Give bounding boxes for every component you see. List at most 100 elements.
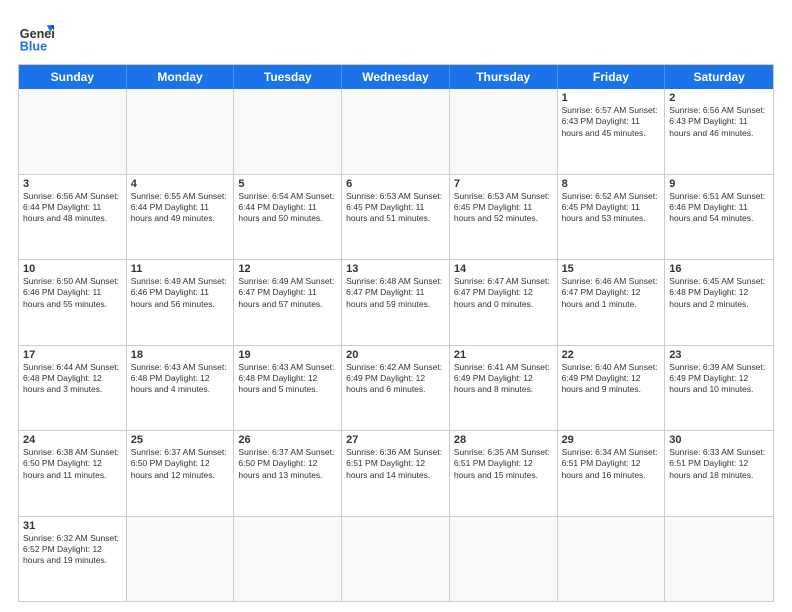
calendar-cell: 22Sunrise: 6:40 AM Sunset: 6:49 PM Dayli… <box>558 346 666 431</box>
day-number: 2 <box>669 92 769 104</box>
svg-text:Blue: Blue <box>20 39 47 53</box>
weekday-header-saturday: Saturday <box>665 65 773 89</box>
day-info: Sunrise: 6:49 AM Sunset: 6:47 PM Dayligh… <box>238 276 337 310</box>
day-number: 10 <box>23 263 122 275</box>
calendar-cell: 30Sunrise: 6:33 AM Sunset: 6:51 PM Dayli… <box>665 431 773 516</box>
day-info: Sunrise: 6:50 AM Sunset: 6:46 PM Dayligh… <box>23 276 122 310</box>
calendar-body: 1Sunrise: 6:57 AM Sunset: 6:43 PM Daylig… <box>19 89 773 601</box>
day-number: 30 <box>669 434 769 446</box>
calendar-cell: 17Sunrise: 6:44 AM Sunset: 6:48 PM Dayli… <box>19 346 127 431</box>
day-info: Sunrise: 6:40 AM Sunset: 6:49 PM Dayligh… <box>562 362 661 396</box>
header: General Blue <box>18 18 774 54</box>
day-info: Sunrise: 6:54 AM Sunset: 6:44 PM Dayligh… <box>238 191 337 225</box>
day-number: 27 <box>346 434 445 446</box>
day-info: Sunrise: 6:43 AM Sunset: 6:48 PM Dayligh… <box>131 362 230 396</box>
day-info: Sunrise: 6:33 AM Sunset: 6:51 PM Dayligh… <box>669 447 769 481</box>
calendar-cell: 31Sunrise: 6:32 AM Sunset: 6:52 PM Dayli… <box>19 517 127 602</box>
calendar-row-3: 17Sunrise: 6:44 AM Sunset: 6:48 PM Dayli… <box>19 346 773 432</box>
calendar-cell: 6Sunrise: 6:53 AM Sunset: 6:45 PM Daylig… <box>342 175 450 260</box>
calendar-cell: 7Sunrise: 6:53 AM Sunset: 6:45 PM Daylig… <box>450 175 558 260</box>
logo: General Blue <box>18 18 54 54</box>
day-info: Sunrise: 6:53 AM Sunset: 6:45 PM Dayligh… <box>346 191 445 225</box>
calendar-cell: 15Sunrise: 6:46 AM Sunset: 6:47 PM Dayli… <box>558 260 666 345</box>
calendar-cell: 13Sunrise: 6:48 AM Sunset: 6:47 PM Dayli… <box>342 260 450 345</box>
weekday-header-monday: Monday <box>127 65 235 89</box>
weekday-header-friday: Friday <box>558 65 666 89</box>
calendar-row-5: 31Sunrise: 6:32 AM Sunset: 6:52 PM Dayli… <box>19 517 773 602</box>
day-info: Sunrise: 6:41 AM Sunset: 6:49 PM Dayligh… <box>454 362 553 396</box>
calendar-cell: 24Sunrise: 6:38 AM Sunset: 6:50 PM Dayli… <box>19 431 127 516</box>
day-number: 8 <box>562 178 661 190</box>
day-number: 31 <box>23 520 122 532</box>
day-info: Sunrise: 6:35 AM Sunset: 6:51 PM Dayligh… <box>454 447 553 481</box>
calendar-cell <box>450 517 558 602</box>
day-info: Sunrise: 6:37 AM Sunset: 6:50 PM Dayligh… <box>131 447 230 481</box>
day-number: 28 <box>454 434 553 446</box>
day-number: 4 <box>131 178 230 190</box>
weekday-header-sunday: Sunday <box>19 65 127 89</box>
day-info: Sunrise: 6:57 AM Sunset: 6:43 PM Dayligh… <box>562 105 661 139</box>
calendar-cell: 18Sunrise: 6:43 AM Sunset: 6:48 PM Dayli… <box>127 346 235 431</box>
day-info: Sunrise: 6:46 AM Sunset: 6:47 PM Dayligh… <box>562 276 661 310</box>
calendar-cell <box>127 517 235 602</box>
calendar: SundayMondayTuesdayWednesdayThursdayFrid… <box>18 64 774 602</box>
calendar-header: SundayMondayTuesdayWednesdayThursdayFrid… <box>19 65 773 89</box>
calendar-cell: 4Sunrise: 6:55 AM Sunset: 6:44 PM Daylig… <box>127 175 235 260</box>
day-number: 6 <box>346 178 445 190</box>
calendar-cell: 5Sunrise: 6:54 AM Sunset: 6:44 PM Daylig… <box>234 175 342 260</box>
day-info: Sunrise: 6:56 AM Sunset: 6:43 PM Dayligh… <box>669 105 769 139</box>
calendar-cell: 2Sunrise: 6:56 AM Sunset: 6:43 PM Daylig… <box>665 89 773 174</box>
day-number: 15 <box>562 263 661 275</box>
calendar-cell <box>234 89 342 174</box>
day-info: Sunrise: 6:47 AM Sunset: 6:47 PM Dayligh… <box>454 276 553 310</box>
day-number: 20 <box>346 349 445 361</box>
day-number: 5 <box>238 178 337 190</box>
day-number: 16 <box>669 263 769 275</box>
calendar-cell: 11Sunrise: 6:49 AM Sunset: 6:46 PM Dayli… <box>127 260 235 345</box>
day-number: 18 <box>131 349 230 361</box>
day-info: Sunrise: 6:44 AM Sunset: 6:48 PM Dayligh… <box>23 362 122 396</box>
calendar-cell: 12Sunrise: 6:49 AM Sunset: 6:47 PM Dayli… <box>234 260 342 345</box>
calendar-row-4: 24Sunrise: 6:38 AM Sunset: 6:50 PM Dayli… <box>19 431 773 517</box>
calendar-cell: 28Sunrise: 6:35 AM Sunset: 6:51 PM Dayli… <box>450 431 558 516</box>
logo-icon: General Blue <box>18 18 54 54</box>
calendar-cell <box>342 89 450 174</box>
calendar-cell: 25Sunrise: 6:37 AM Sunset: 6:50 PM Dayli… <box>127 431 235 516</box>
day-number: 3 <box>23 178 122 190</box>
day-info: Sunrise: 6:37 AM Sunset: 6:50 PM Dayligh… <box>238 447 337 481</box>
day-info: Sunrise: 6:43 AM Sunset: 6:48 PM Dayligh… <box>238 362 337 396</box>
day-info: Sunrise: 6:53 AM Sunset: 6:45 PM Dayligh… <box>454 191 553 225</box>
day-number: 19 <box>238 349 337 361</box>
calendar-cell <box>558 517 666 602</box>
weekday-header-wednesday: Wednesday <box>342 65 450 89</box>
day-info: Sunrise: 6:36 AM Sunset: 6:51 PM Dayligh… <box>346 447 445 481</box>
calendar-cell: 20Sunrise: 6:42 AM Sunset: 6:49 PM Dayli… <box>342 346 450 431</box>
day-info: Sunrise: 6:39 AM Sunset: 6:49 PM Dayligh… <box>669 362 769 396</box>
day-number: 25 <box>131 434 230 446</box>
day-info: Sunrise: 6:52 AM Sunset: 6:45 PM Dayligh… <box>562 191 661 225</box>
day-number: 29 <box>562 434 661 446</box>
day-number: 7 <box>454 178 553 190</box>
day-number: 21 <box>454 349 553 361</box>
day-number: 17 <box>23 349 122 361</box>
day-number: 1 <box>562 92 661 104</box>
day-number: 13 <box>346 263 445 275</box>
calendar-cell: 14Sunrise: 6:47 AM Sunset: 6:47 PM Dayli… <box>450 260 558 345</box>
calendar-cell <box>665 517 773 602</box>
day-info: Sunrise: 6:34 AM Sunset: 6:51 PM Dayligh… <box>562 447 661 481</box>
calendar-cell <box>19 89 127 174</box>
calendar-cell: 16Sunrise: 6:45 AM Sunset: 6:48 PM Dayli… <box>665 260 773 345</box>
calendar-cell <box>342 517 450 602</box>
day-number: 24 <box>23 434 122 446</box>
calendar-cell: 10Sunrise: 6:50 AM Sunset: 6:46 PM Dayli… <box>19 260 127 345</box>
day-info: Sunrise: 6:55 AM Sunset: 6:44 PM Dayligh… <box>131 191 230 225</box>
day-info: Sunrise: 6:48 AM Sunset: 6:47 PM Dayligh… <box>346 276 445 310</box>
calendar-cell: 9Sunrise: 6:51 AM Sunset: 6:46 PM Daylig… <box>665 175 773 260</box>
day-info: Sunrise: 6:38 AM Sunset: 6:50 PM Dayligh… <box>23 447 122 481</box>
calendar-row-0: 1Sunrise: 6:57 AM Sunset: 6:43 PM Daylig… <box>19 89 773 175</box>
calendar-cell: 27Sunrise: 6:36 AM Sunset: 6:51 PM Dayli… <box>342 431 450 516</box>
day-number: 9 <box>669 178 769 190</box>
day-info: Sunrise: 6:56 AM Sunset: 6:44 PM Dayligh… <box>23 191 122 225</box>
day-number: 14 <box>454 263 553 275</box>
calendar-cell: 23Sunrise: 6:39 AM Sunset: 6:49 PM Dayli… <box>665 346 773 431</box>
